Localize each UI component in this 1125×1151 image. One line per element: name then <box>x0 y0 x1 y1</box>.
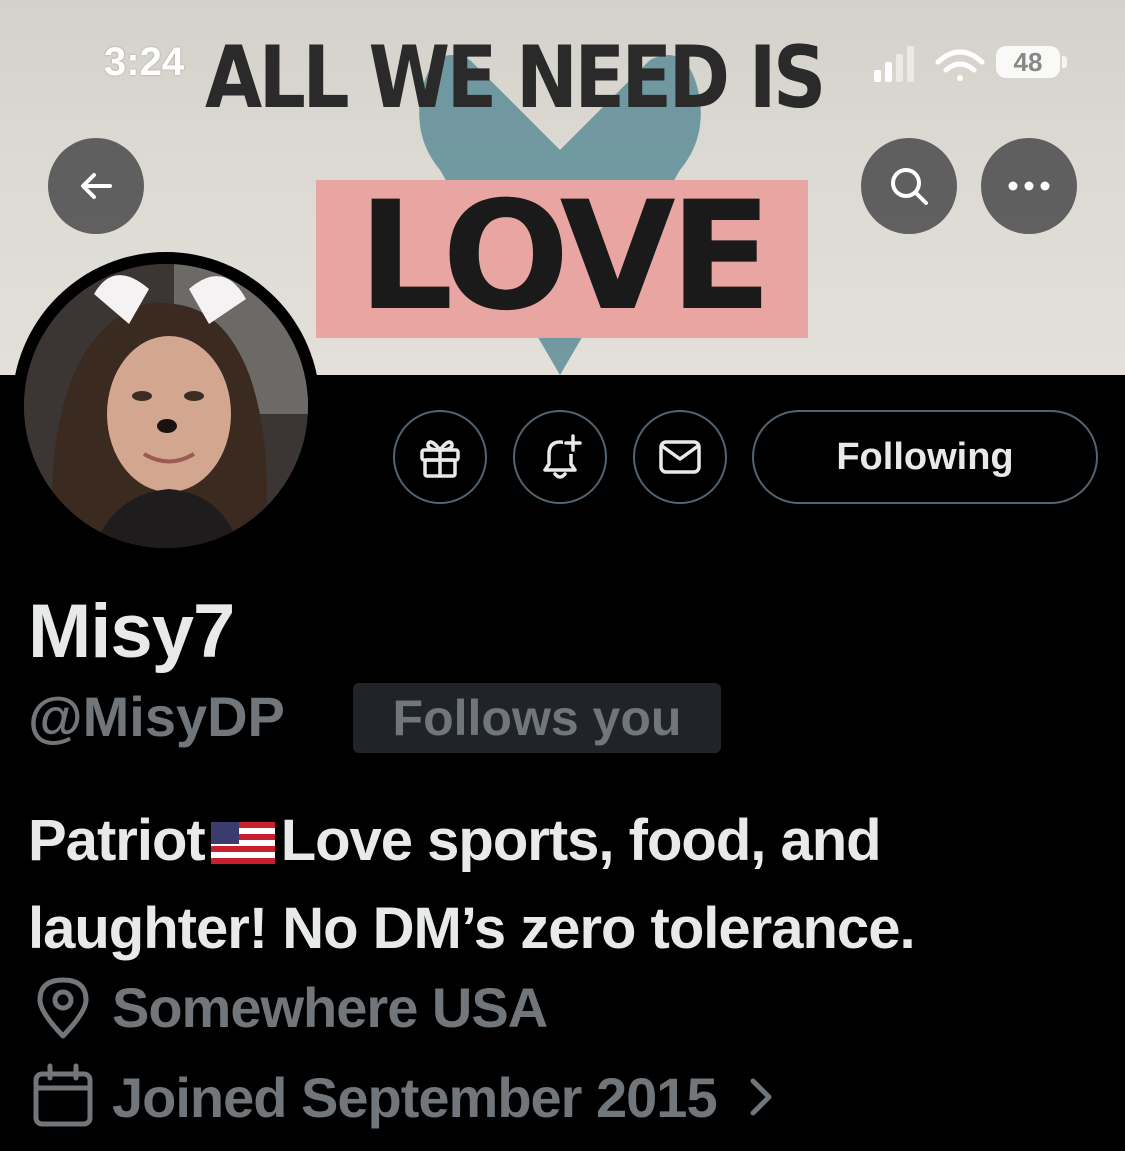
arrow-left-icon <box>81 173 112 199</box>
joined-text: Joined September 2015 <box>112 1065 718 1129</box>
more-button[interactable] <box>981 138 1077 234</box>
battery-nub <box>1062 56 1067 68</box>
banner-text-line2: LOVE <box>357 170 772 344</box>
us-flag-icon <box>210 822 275 864</box>
avatar-photo <box>24 264 308 548</box>
status-time: 3:24 <box>104 40 185 84</box>
back-button[interactable] <box>48 138 144 234</box>
search-button[interactable] <box>861 138 957 234</box>
banner-text-line1: ALL WE NEED IS <box>205 28 826 128</box>
bio-text-part1: Patriot <box>28 808 206 873</box>
handle: @MisyDP <box>28 685 285 748</box>
location-row: Somewhere USA <box>28 972 548 1042</box>
message-button[interactable] <box>633 410 727 504</box>
more-horizontal-icon <box>1008 181 1050 191</box>
chevron-right-icon <box>750 1078 772 1116</box>
display-name: Misy7 <box>28 589 235 674</box>
bell-plus-icon <box>543 434 583 479</box>
search-icon <box>891 168 928 205</box>
location-text: Somewhere USA <box>112 975 548 1039</box>
battery-indicator: 48 <box>996 46 1060 78</box>
avatar[interactable] <box>12 252 320 560</box>
notify-button[interactable] <box>513 410 607 504</box>
gift-icon <box>420 440 460 478</box>
following-button[interactable]: Following <box>752 410 1098 504</box>
follows-you-badge: Follows you <box>353 683 721 753</box>
bio: Patriot Love sports, food, and laughter!… <box>28 797 1108 973</box>
wifi-icon <box>935 49 985 81</box>
signal-icon <box>874 46 914 82</box>
profile-screen: ALL WE NEED IS LOVE 3:24 48 Following Mi… <box>0 0 1125 1151</box>
location-pin-icon <box>37 977 89 1039</box>
gift-button[interactable] <box>393 410 487 504</box>
joined-row[interactable]: Joined September 2015 <box>28 1062 781 1132</box>
mail-icon <box>659 440 701 474</box>
calendar-icon <box>33 1063 93 1127</box>
